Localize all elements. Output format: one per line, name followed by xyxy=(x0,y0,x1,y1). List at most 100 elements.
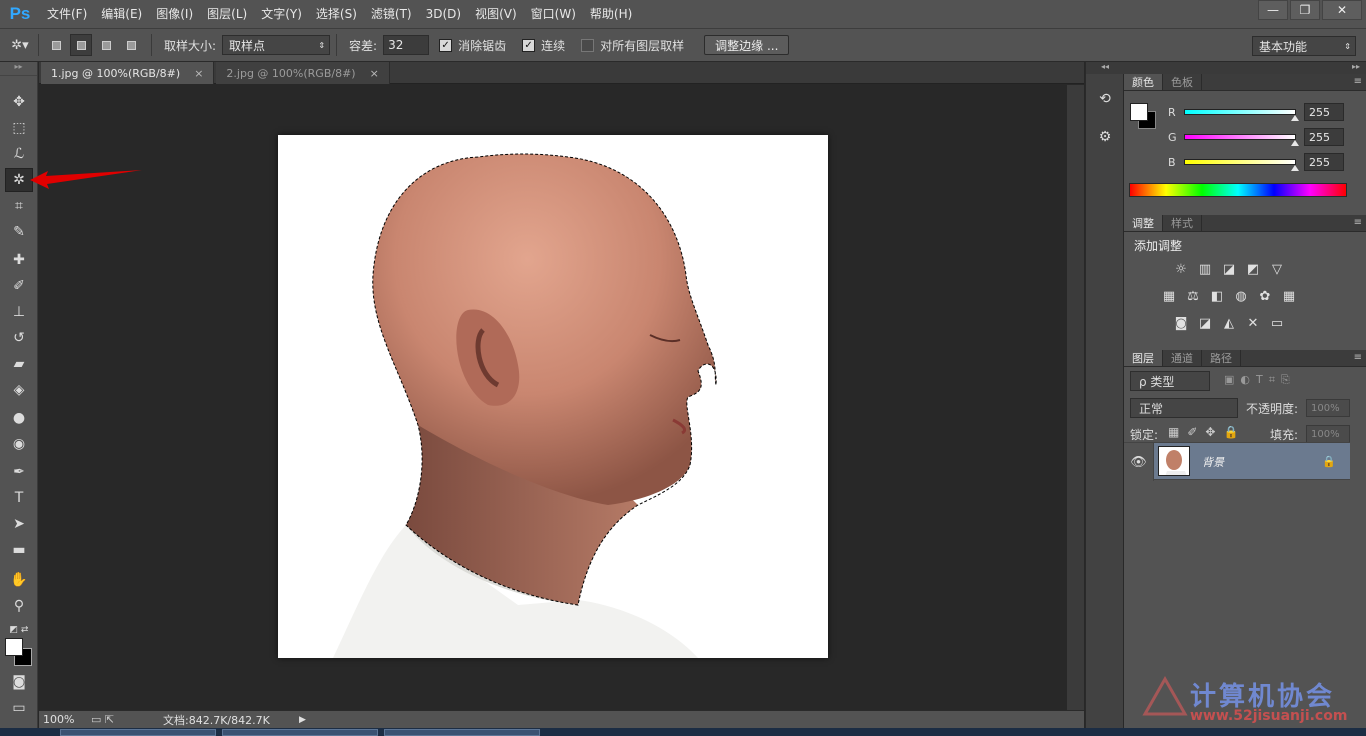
levels-icon[interactable]: ▥ xyxy=(1196,261,1214,277)
gradient-map-icon[interactable]: ▭ xyxy=(1268,315,1286,331)
dodge-tool-icon[interactable]: ◉ xyxy=(5,432,33,456)
tab-layers[interactable]: 图层 xyxy=(1124,350,1163,366)
status-icons[interactable]: ▭ ⇱ xyxy=(91,713,145,726)
options-bar: ✲▾ 取样大小: 取样点 ⇕ 容差: 32 ✓ 消除锯齿 ✓ 连续 对所有图层取… xyxy=(0,28,1366,62)
antialias-checkbox[interactable]: ✓ xyxy=(439,38,453,52)
tab-channels[interactable]: 通道 xyxy=(1163,350,1202,366)
history-panel-icon[interactable]: ⟲ xyxy=(1094,88,1116,110)
brightness-icon[interactable]: ☼ xyxy=(1172,261,1190,277)
blur-tool-icon[interactable]: ● xyxy=(5,406,33,430)
rectangle-tool-icon[interactable]: ▬ xyxy=(5,538,33,562)
color-spectrum-bar[interactable] xyxy=(1129,183,1347,197)
panel-menu-icon[interactable]: ≡ xyxy=(1354,217,1362,228)
vibrance-icon[interactable]: ▽ xyxy=(1268,261,1286,277)
foreground-color-swatch[interactable] xyxy=(5,638,23,656)
b-value[interactable]: 255 xyxy=(1304,153,1344,171)
paint-bucket-tool-icon[interactable]: ◈ xyxy=(5,378,33,402)
panel-menu-icon[interactable]: ≡ xyxy=(1354,352,1362,363)
path-selection-tool-icon[interactable]: ➤ xyxy=(5,512,33,536)
brush-tool-icon[interactable]: ✐ xyxy=(5,274,33,298)
sample-size-value: 取样点 xyxy=(229,38,266,53)
menu-filter[interactable]: 滤镜(T) xyxy=(364,0,419,28)
screen-mode-icon[interactable]: ▭ xyxy=(5,696,33,720)
tolerance-input[interactable]: 32 xyxy=(383,35,430,55)
menu-window[interactable]: 窗口(W) xyxy=(524,0,583,28)
curves-icon[interactable]: ◪ xyxy=(1220,261,1238,277)
posterize-icon[interactable]: ◪ xyxy=(1196,315,1214,331)
history-brush-tool-icon[interactable]: ↺ xyxy=(5,326,33,350)
visibility-eye-icon[interactable]: 👁 xyxy=(1124,443,1154,481)
exposure-icon[interactable]: ◩ xyxy=(1244,261,1262,277)
type-tool-icon[interactable]: T xyxy=(5,486,33,510)
layer-row-background[interactable]: 👁 背景 🔒 xyxy=(1124,442,1350,481)
tab-color[interactable]: 颜色 xyxy=(1124,74,1163,90)
menu-type[interactable]: 文字(Y) xyxy=(254,0,309,28)
tab-styles[interactable]: 样式 xyxy=(1163,215,1202,231)
menu-help[interactable]: 帮助(H) xyxy=(583,0,639,28)
dock-collapse-icon[interactable]: ◂◂ xyxy=(1086,62,1124,74)
tab-document-2[interactable]: 2.jpg @ 100%(RGB/8#) × xyxy=(216,62,390,84)
bw-icon[interactable]: ◧ xyxy=(1208,288,1226,304)
threshold-icon[interactable]: ◭ xyxy=(1220,315,1238,331)
tab-adjustments[interactable]: 调整 xyxy=(1124,215,1163,231)
color-lookup-icon[interactable]: ▦ xyxy=(1280,288,1298,304)
menu-3d[interactable]: 3D(D) xyxy=(419,0,468,28)
status-menu-arrow-icon[interactable]: ▶ xyxy=(299,715,306,725)
balance-icon[interactable]: ⚖ xyxy=(1184,288,1202,304)
all-layers-checkbox[interactable] xyxy=(581,38,595,52)
panel-menu-icon[interactable]: ≡ xyxy=(1354,76,1362,87)
properties-panel-icon[interactable]: ⚙ xyxy=(1094,126,1116,148)
eraser-tool-icon[interactable]: ▰ xyxy=(5,352,33,376)
fg-color-box[interactable] xyxy=(1130,103,1148,121)
channel-g-label: G xyxy=(1168,130,1177,144)
menu-layer[interactable]: 图层(L) xyxy=(200,0,254,28)
close-tab-icon[interactable]: × xyxy=(194,67,203,80)
layer-lock-icon: 🔒 xyxy=(1322,455,1336,468)
invert-icon[interactable]: ◙ xyxy=(1172,315,1190,331)
contiguous-checkbox[interactable]: ✓ xyxy=(522,38,536,52)
clone-stamp-tool-icon[interactable]: ⊥ xyxy=(5,300,33,324)
close-button[interactable]: ✕ xyxy=(1322,0,1362,20)
b-slider[interactable] xyxy=(1184,159,1299,171)
opacity-input[interactable]: 100% xyxy=(1306,399,1350,417)
eyedropper-tool-icon[interactable]: ✎ xyxy=(5,220,33,244)
menu-select[interactable]: 选择(S) xyxy=(309,0,364,28)
layer-filter-icons[interactable]: ▣◐T⌗⎘ xyxy=(1224,373,1296,387)
menu-image[interactable]: 图像(I) xyxy=(149,0,200,28)
selective-color-icon[interactable]: ✕ xyxy=(1244,315,1262,331)
tab-paths[interactable]: 路径 xyxy=(1202,350,1241,366)
close-tab-icon[interactable]: × xyxy=(370,67,379,80)
hand-tool-icon[interactable]: ✋ xyxy=(5,568,33,592)
refine-edge-button[interactable]: 调整边缘 ... xyxy=(704,35,790,55)
restore-button[interactable]: ❐ xyxy=(1290,0,1320,20)
channel-mixer-icon[interactable]: ✿ xyxy=(1256,288,1274,304)
tab-swatches[interactable]: 色板 xyxy=(1163,74,1202,90)
pen-tool-icon[interactable]: ✒ xyxy=(5,460,33,484)
menu-view[interactable]: 视图(V) xyxy=(468,0,524,28)
photo-filter-icon[interactable]: ◍ xyxy=(1232,288,1250,304)
blend-mode-select[interactable]: 正常 xyxy=(1130,398,1238,418)
expand-panels-icon[interactable]: ▸▸ xyxy=(1124,62,1366,74)
fill-input[interactable]: 100% xyxy=(1306,425,1350,443)
vertical-scrollbar[interactable] xyxy=(1067,85,1084,710)
hue-icon[interactable]: ▦ xyxy=(1160,288,1178,304)
layer-kind-filter[interactable]: ρ 类型 xyxy=(1130,371,1210,391)
document-image[interactable] xyxy=(278,135,828,658)
healing-brush-tool-icon[interactable]: ✚ xyxy=(5,248,33,272)
r-value[interactable]: 255 xyxy=(1304,103,1344,121)
zoom-tool-icon[interactable]: ⚲ xyxy=(5,594,33,618)
g-slider[interactable] xyxy=(1184,134,1299,146)
workspace-select[interactable]: 基本功能 ⇕ xyxy=(1252,36,1356,56)
taskbar-button[interactable] xyxy=(222,729,378,736)
sample-size-select[interactable]: 取样点 ⇕ xyxy=(222,35,331,55)
quick-mask-icon[interactable]: ◙ xyxy=(5,670,33,694)
layer-name[interactable]: 背景 xyxy=(1202,454,1224,470)
r-slider[interactable] xyxy=(1184,109,1299,121)
lock-icons[interactable]: ▦✐✥🔒 xyxy=(1168,425,1246,439)
taskbar-button[interactable] xyxy=(60,729,216,736)
zoom-level[interactable]: 100% xyxy=(43,713,91,726)
sample-size-label: 取样大小: xyxy=(164,38,217,53)
minimize-button[interactable]: — xyxy=(1258,0,1288,20)
g-value[interactable]: 255 xyxy=(1304,128,1344,146)
taskbar-button[interactable] xyxy=(384,729,540,736)
